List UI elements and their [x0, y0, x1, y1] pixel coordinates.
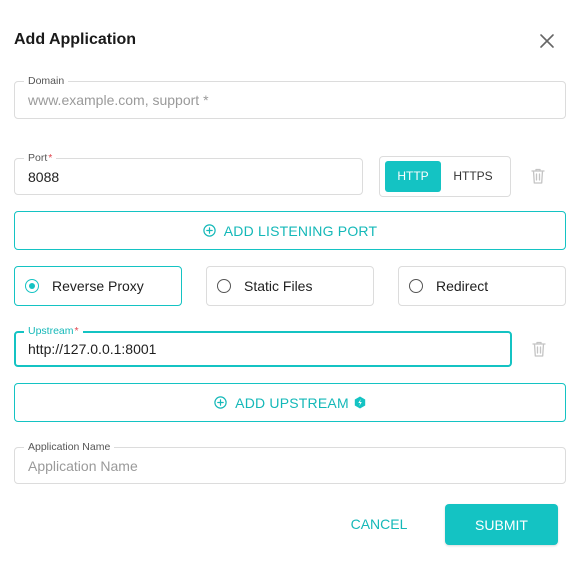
port-field[interactable]: Port* 8088 [14, 151, 363, 195]
radio-static-files-label: Static Files [244, 278, 313, 294]
submit-button[interactable]: SUBMIT [445, 504, 558, 545]
application-name-input[interactable]: Application Name [28, 448, 138, 483]
add-listening-port-label: ADD LISTENING PORT [223, 222, 378, 239]
radio-redirect-label: Redirect [436, 278, 489, 294]
cancel-button[interactable]: CANCEL [340, 504, 418, 544]
trash-icon[interactable] [531, 340, 547, 358]
domain-field[interactable]: Domain www.example.com, support * [14, 74, 566, 119]
add-upstream-button[interactable]: ADD UPSTREAM [14, 383, 566, 422]
upstream-field[interactable]: Upstream* http://127.0.0.1:8001 [14, 324, 512, 367]
radio-reverse-proxy-label: Reverse Proxy [52, 278, 144, 294]
trash-icon[interactable] [530, 167, 546, 185]
radio-reverse-proxy[interactable]: Reverse Proxy [14, 266, 182, 306]
close-icon[interactable] [538, 32, 556, 50]
plus-circle-icon [214, 396, 227, 409]
radio-redirect[interactable]: Redirect [398, 266, 566, 306]
add-application-dialog: Add Application Domain www.example.com, … [0, 0, 580, 567]
protocol-http-button[interactable]: HTTP [385, 161, 441, 192]
plus-circle-icon [203, 224, 216, 237]
domain-input[interactable]: www.example.com, support * [28, 82, 209, 118]
radio-static-files[interactable]: Static Files [206, 266, 374, 306]
dialog-title: Add Application [14, 31, 137, 48]
premium-badge-icon [354, 396, 366, 409]
add-upstream-label: ADD UPSTREAM [235, 394, 349, 411]
protocol-toggle: HTTP HTTPS [379, 156, 511, 197]
radio-selected-icon [25, 279, 39, 293]
application-name-field[interactable]: Application Name Application Name [14, 440, 566, 484]
application-name-placeholder: Application Name [28, 457, 138, 474]
port-input[interactable]: 8088 [28, 159, 59, 194]
add-listening-port-button[interactable]: ADD LISTENING PORT [14, 211, 566, 250]
protocol-https-button[interactable]: HTTPS [446, 161, 500, 192]
upstream-input[interactable]: http://127.0.0.1:8001 [28, 333, 156, 365]
radio-unselected-icon [217, 279, 231, 293]
radio-unselected-icon [409, 279, 423, 293]
domain-placeholder: www.example.com, support * [28, 92, 209, 108]
